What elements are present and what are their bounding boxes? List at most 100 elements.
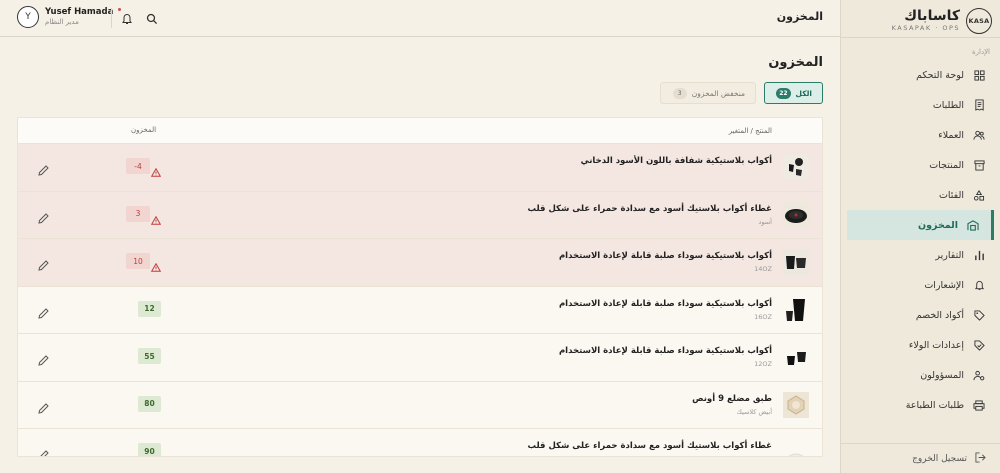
shapes-icon: [972, 188, 986, 202]
stock-badge: 3: [126, 205, 150, 222]
bell-icon[interactable]: [121, 10, 135, 24]
table-header: المنتج / المتغير المخزون: [18, 118, 822, 144]
sidebar-item-orders[interactable]: الطلبات: [847, 90, 1000, 120]
warning-icon: [150, 210, 162, 225]
product-variant: 12OZ: [754, 360, 772, 368]
product-name: أكواب بلاستيكية سوداء صلبة قابلة لإعادة …: [558, 346, 772, 356]
tab-count-badge: 22: [776, 87, 791, 99]
sidebar-item-label: العملاء: [938, 129, 964, 141]
divider: [111, 8, 112, 28]
receipt-icon: [972, 98, 986, 112]
brand-subtitle: KASAPAK · OPS: [891, 23, 960, 32]
tab-count-badge: 3: [672, 87, 687, 99]
stock-badge: 90: [138, 443, 161, 456]
tag-icon: [972, 308, 986, 322]
avatar: Y: [17, 6, 39, 28]
sidebar-item-categories[interactable]: الفئات: [847, 180, 1000, 210]
product-variant: أسود: [758, 217, 772, 226]
product-thumbnail: [783, 391, 809, 418]
sidebar-item-products[interactable]: المنتجات: [847, 150, 1000, 180]
product-variant: أبيض كلاسيك: [736, 407, 772, 416]
sidebar-item-label: لوحة التحكم: [916, 69, 964, 81]
sidebar-section-label: الإدارة: [971, 48, 990, 56]
column-header-product: المنتج / المتغير: [728, 127, 772, 135]
user-role: مدير النظام: [45, 17, 79, 26]
sidebar-item-label: التقارير: [935, 249, 964, 261]
table-row: طبق مضلع 9 أونص أبيض كلاسيك 80: [18, 381, 822, 429]
tab-label: الكل: [795, 88, 812, 98]
grid-icon: [972, 68, 986, 82]
printer-icon: [972, 398, 986, 412]
stock-badge: 80: [138, 395, 161, 412]
sidebar-item-label: أكواد الخصم: [915, 309, 964, 321]
topbar-title: المخزون: [776, 10, 823, 23]
product-variant: 14OZ: [754, 265, 772, 273]
brand-name: كاساباك: [904, 8, 960, 25]
sidebar-item-label: طلبات الطباعة: [905, 399, 964, 411]
warning-icon: [150, 162, 162, 177]
sidebar-item-dashboard[interactable]: لوحة التحكم: [847, 60, 1000, 90]
warehouse-icon: [966, 218, 980, 232]
tab-label: منخفض المخزون: [691, 88, 745, 98]
loyalty-tag-icon: [972, 338, 986, 352]
sidebar-item-admins[interactable]: المسؤولون: [847, 360, 1000, 390]
product-thumbnail: [783, 439, 809, 456]
sidebar-item-reports[interactable]: التقارير: [847, 240, 1000, 270]
stock-badge: 55: [138, 348, 161, 364]
product-name: غطاء أكواب بلاستيك أسود مع سدادة حمراء ع…: [527, 441, 772, 451]
logout-button[interactable]: تسجيل الخروج: [840, 443, 1000, 473]
product-thumbnail: [783, 154, 809, 180]
edit-icon[interactable]: [38, 304, 49, 319]
search-icon[interactable]: [146, 10, 160, 25]
table-row: غطاء أكواب بلاستيك أسود مع سدادة حمراء ع…: [18, 429, 822, 456]
user-menu[interactable]: Y Yusef Hamada مدير النظام: [17, 6, 113, 28]
table-row: أكواب بلاستيكية سوداء صلبة قابلة لإعادة …: [18, 239, 822, 287]
sidebar-item-label: الطلبات: [932, 99, 964, 111]
edit-icon[interactable]: [38, 209, 49, 224]
bar-chart-icon: [972, 248, 986, 262]
tab-low-stock[interactable]: منخفض المخزون 3: [660, 82, 756, 104]
sidebar-item-loyalty-settings[interactable]: إعدادات الولاء: [847, 330, 1000, 360]
table-row: أكواب بلاستيكية شفافة باللون الأسود الدخ…: [18, 144, 822, 192]
sidebar-item-label: إعدادات الولاء: [908, 339, 964, 351]
bell-icon: [972, 278, 986, 292]
page-title: المخزون: [768, 55, 823, 70]
users-icon: [972, 128, 986, 142]
product-thumbnail: [783, 344, 809, 370]
sidebar-item-label: المنتجات: [929, 159, 964, 171]
product-thumbnail: [783, 296, 809, 323]
edit-icon[interactable]: [38, 256, 49, 271]
sidebar-item-notifications[interactable]: الإشعارات: [847, 270, 1000, 300]
tab-all[interactable]: الكل 22: [764, 82, 823, 104]
user-name: Yusef Hamada: [45, 7, 114, 18]
product-thumbnail: [783, 201, 809, 228]
sidebar-item-label: الفئات: [938, 189, 964, 201]
sidebar-item-discount-codes[interactable]: أكواد الخصم: [847, 300, 1000, 330]
topbar: Y Yusef Hamada مدير النظام المخزون: [0, 0, 840, 37]
edit-icon[interactable]: [38, 399, 49, 414]
product-name: أكواب بلاستيكية شفافة باللون الأسود الدخ…: [580, 156, 772, 166]
admin-users-icon: [972, 368, 986, 382]
table-row: أكواب بلاستيكية سوداء صلبة قابلة لإعادة …: [18, 286, 822, 334]
sidebar-item-customers[interactable]: العملاء: [847, 120, 1000, 150]
stock-badge: 12: [138, 300, 161, 317]
edit-icon[interactable]: [38, 161, 49, 176]
product-name: غطاء أكواب بلاستيك أسود مع سدادة حمراء ع…: [527, 203, 772, 214]
edit-icon[interactable]: [38, 351, 49, 366]
inventory-table: المنتج / المتغير المخزون أكواب بلاستيكية…: [17, 117, 823, 457]
warning-icon: [150, 257, 162, 272]
column-header-stock: المخزون: [131, 126, 157, 134]
logout-label: تسجيل الخروج: [912, 453, 967, 464]
product-variant: 16OZ: [754, 312, 772, 321]
product-name: طبق مضلع 9 أونص: [692, 393, 772, 404]
sidebar-item-print-requests[interactable]: طلبات الطباعة: [847, 390, 1000, 420]
brand[interactable]: KASA كاساباك KASAPAK · OPS: [841, 0, 1000, 38]
stock-badge: 10: [126, 253, 150, 269]
brand-logo: KASA: [966, 7, 992, 34]
product-name: أكواب بلاستيكية سوداء صلبة قابلة لإعادة …: [558, 298, 772, 309]
product-thumbnail: [783, 249, 809, 275]
table-row: أكواب بلاستيكية سوداء صلبة قابلة لإعادة …: [18, 334, 822, 382]
edit-icon[interactable]: [38, 446, 49, 456]
sidebar-item-inventory[interactable]: المخزون: [847, 210, 994, 240]
logout-icon: [975, 451, 986, 466]
